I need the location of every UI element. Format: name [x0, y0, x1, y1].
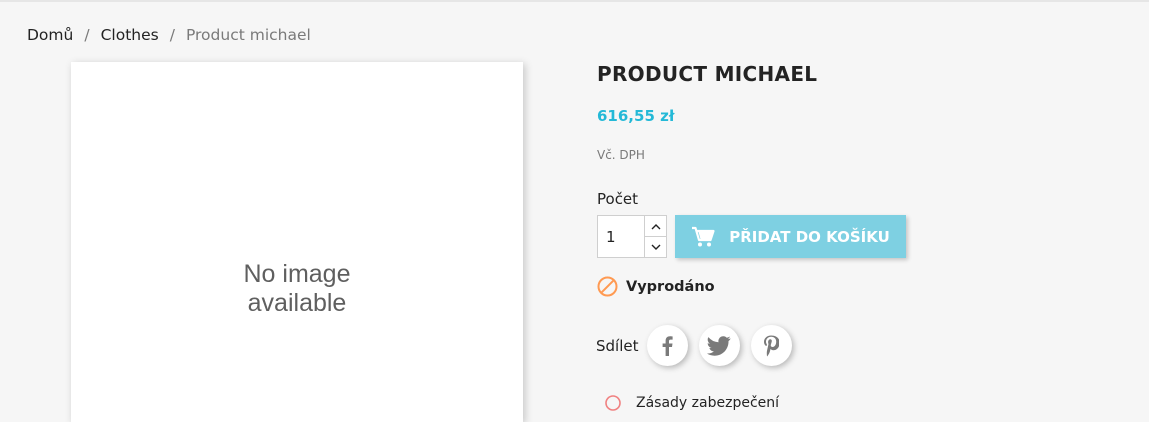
tax-label: Vč. DPH	[597, 148, 645, 162]
pinterest-icon	[764, 335, 779, 356]
facebook-share-button[interactable]	[646, 325, 688, 366]
reassurance-item: Zásady zabezpečení	[604, 394, 779, 412]
facebook-icon	[662, 335, 673, 356]
product-price: 616,55 zł	[597, 107, 675, 125]
pinterest-share-button[interactable]	[750, 325, 792, 366]
social-share: Sdílet	[596, 325, 803, 366]
add-to-cart-button[interactable]: PŘIDAT DO KOŠÍKU	[675, 215, 906, 258]
reassurance-label: Zásady zabezpečení	[636, 395, 780, 411]
quantity-buttons	[644, 216, 667, 257]
product-image[interactable]: No image available	[71, 62, 523, 422]
product-title: PRODUCT MICHAEL	[597, 62, 818, 86]
quantity-decrease-button[interactable]	[645, 236, 667, 257]
shield-icon	[605, 395, 621, 411]
no-image-placeholder: No image available	[243, 260, 351, 317]
breadcrumb-home-link[interactable]: Domů	[27, 26, 73, 44]
chevron-up-icon	[651, 223, 661, 229]
breadcrumb: Domů / Clothes / Product michael	[27, 26, 311, 44]
unavailable-icon	[597, 276, 618, 297]
quantity-label: Počet	[597, 190, 639, 208]
availability-status: Vyprodáno	[597, 276, 715, 297]
availability-label: Vyprodáno	[626, 278, 715, 295]
breadcrumb-separator: /	[84, 26, 90, 44]
shopping-cart-icon	[691, 226, 715, 248]
quantity-input[interactable]	[598, 216, 644, 257]
add-to-cart-label: PŘIDAT DO KOŠÍKU	[729, 227, 890, 246]
breadcrumb-current: Product michael	[185, 26, 311, 44]
breadcrumb-separator: /	[169, 26, 175, 44]
share-label: Sdílet	[596, 336, 639, 355]
quantity-increase-button[interactable]	[645, 216, 667, 236]
quantity-stepper	[597, 215, 667, 258]
chevron-down-icon	[651, 244, 661, 250]
twitter-share-button[interactable]	[698, 325, 740, 366]
top-divider	[0, 0, 1149, 2]
breadcrumb-category-link[interactable]: Clothes	[101, 26, 159, 44]
twitter-icon	[707, 335, 731, 356]
